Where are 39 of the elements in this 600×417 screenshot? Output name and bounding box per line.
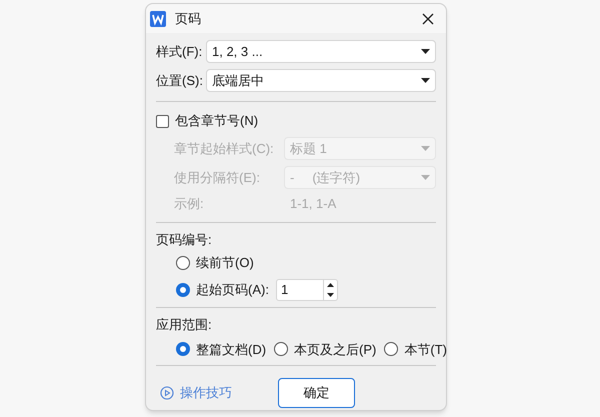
- example-label: 示例:: [174, 195, 205, 214]
- radio-button[interactable]: [176, 256, 190, 270]
- play-circle-icon: [160, 386, 174, 400]
- checkbox[interactable]: [156, 114, 169, 128]
- window-title: 页码: [175, 10, 201, 28]
- dropdown-caret-icon: [421, 146, 430, 151]
- field-label: 使用分隔符(E):: [174, 168, 261, 187]
- radio-label: 本节(T): [404, 340, 447, 359]
- section-heading: 应用范围:: [156, 316, 213, 334]
- up-arrow-icon[interactable]: [327, 282, 334, 286]
- example-value: 1-1, 1-A: [289, 195, 336, 214]
- dropdown-value: - (连字符): [290, 168, 360, 187]
- dropdown-value: 底端居中: [212, 72, 264, 90]
- dropdown-field[interactable]: 底端居中: [206, 69, 436, 92]
- radio-button[interactable]: [274, 342, 288, 356]
- radio-button[interactable]: [176, 282, 190, 296]
- confirm-button[interactable]: 确定: [278, 378, 355, 408]
- down-arrow-icon[interactable]: [327, 292, 334, 296]
- radio-button[interactable]: [384, 342, 398, 356]
- checkbox-label: 包含章节号(N): [175, 112, 258, 130]
- radio-label: 续前节(O): [196, 254, 254, 272]
- dropdown-field[interactable]: 1, 2, 3 ...: [206, 40, 436, 63]
- spinner-value: 1: [280, 280, 290, 299]
- dropdown-caret-icon: [421, 78, 430, 83]
- field-label: 章节起始样式(C):: [174, 140, 275, 158]
- number-spinner[interactable]: 1: [276, 278, 338, 300]
- radio-button[interactable]: [176, 342, 190, 356]
- document-app-icon: [150, 10, 166, 26]
- field-label: 样式(F):: [156, 42, 204, 61]
- radio-label: 整篇文档(D): [196, 340, 266, 359]
- close-icon[interactable]: [422, 12, 434, 24]
- radio-label: 本页及之后(P): [294, 340, 376, 359]
- dropdown-caret-icon: [421, 49, 430, 54]
- section-heading: 页码编号:: [156, 231, 213, 250]
- dropdown-caret-icon: [421, 175, 430, 180]
- dropdown-value: 1, 2, 3 ...: [212, 42, 263, 61]
- field-label: 位置(S):: [156, 72, 204, 90]
- dropdown-value: 标题 1: [290, 140, 327, 158]
- radio-label: 起始页码(A):: [196, 280, 269, 299]
